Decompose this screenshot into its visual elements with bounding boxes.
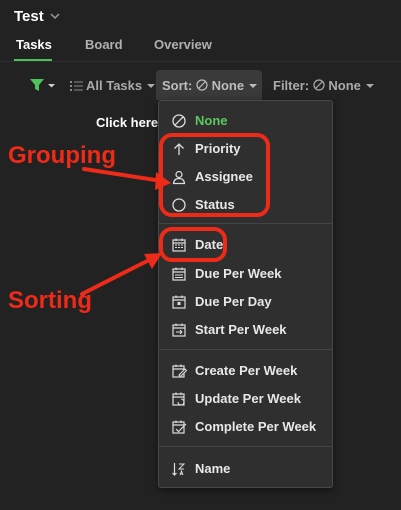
sorting-arrow <box>80 253 162 296</box>
annotation-arrows <box>80 167 171 296</box>
grouping-arrow <box>82 167 171 190</box>
